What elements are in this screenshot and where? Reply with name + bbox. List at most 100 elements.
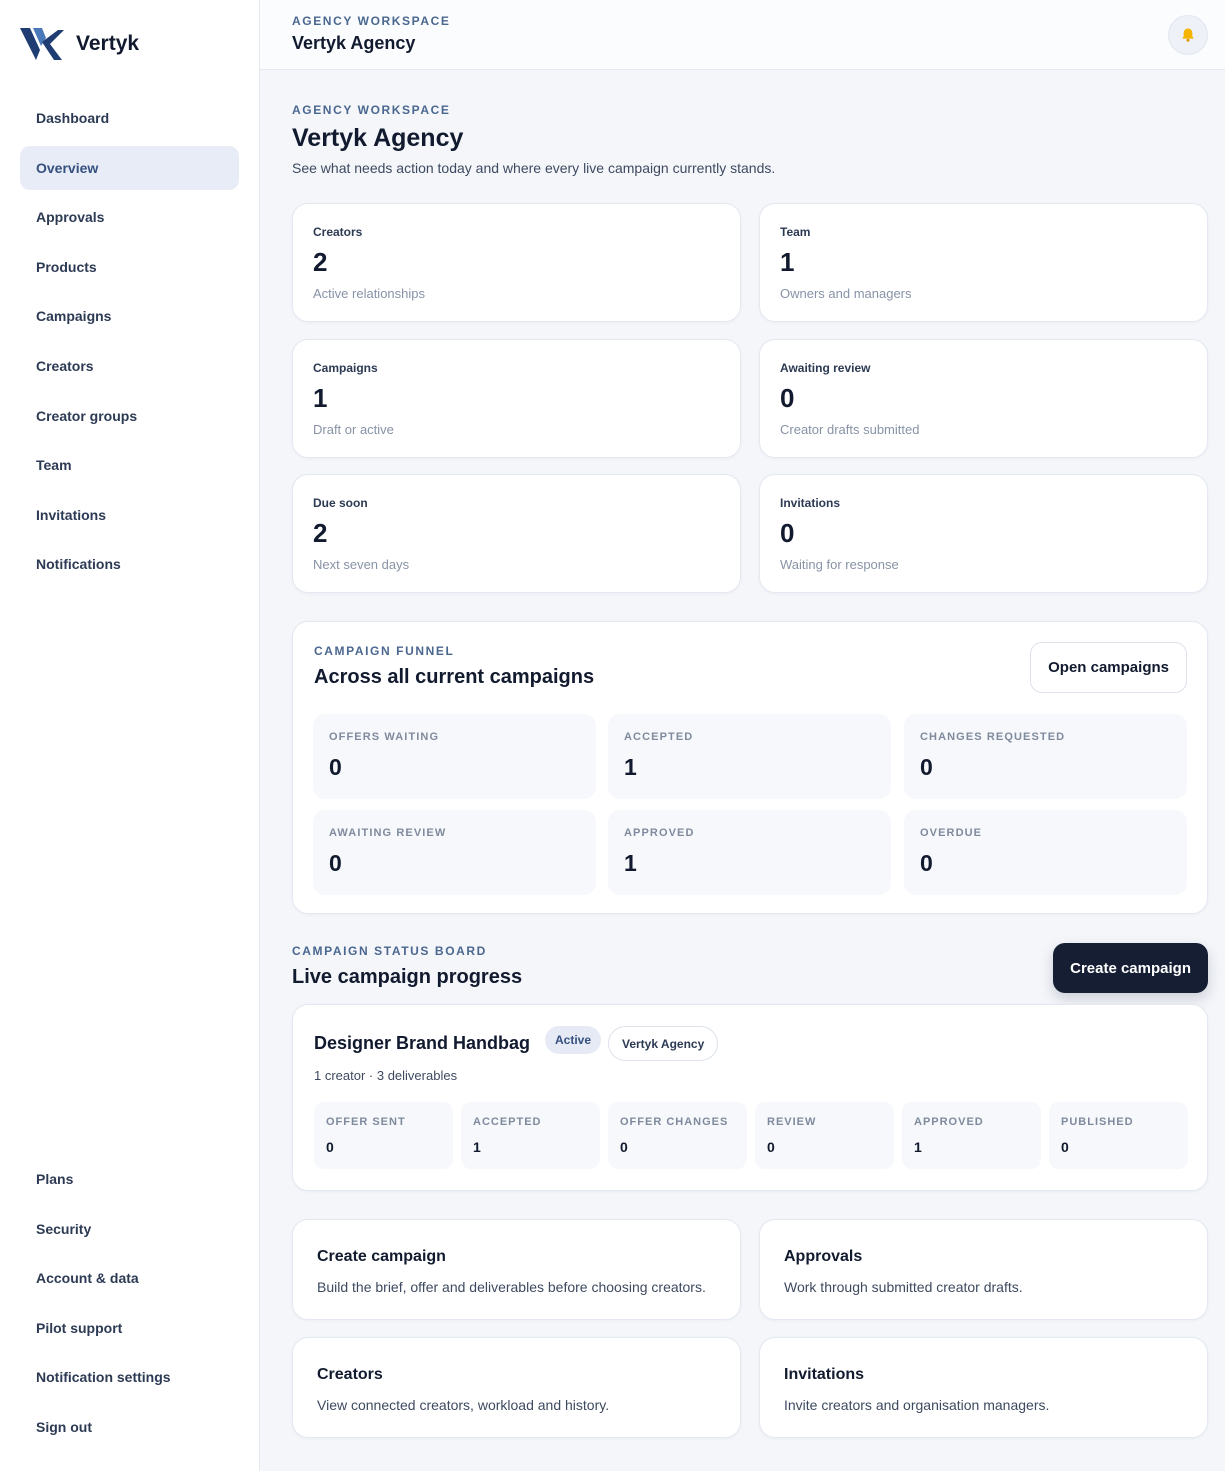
campaign-card[interactable]: Designer Brand Handbag Active Vertyk Age… [292, 1004, 1208, 1191]
funnel-value: 0 [329, 850, 342, 876]
stage-published: Published 0 [1049, 1102, 1188, 1169]
brand[interactable]: Vertyk [20, 26, 139, 62]
sidebar: Vertyk Dashboard Overview Approvals Prod… [0, 0, 260, 1471]
topbar: Agency workspace Vertyk Agency [260, 0, 1225, 70]
funnel-value: 1 [624, 850, 637, 876]
stat-value: 0 [780, 518, 795, 548]
page-eyebrow: Agency workspace [292, 103, 451, 117]
bell-icon [1182, 28, 1194, 42]
stat-hint: Owners and managers [780, 286, 912, 301]
funnel-cell-awaiting-review: Awaiting review 0 [313, 810, 596, 895]
sidebar-item-label: Notification settings [36, 1369, 171, 1386]
stat-card-campaigns: Campaigns 1 Draft or active [292, 339, 741, 458]
sidebar-item-label: Pilot support [36, 1319, 123, 1336]
sidebar-bottom-nav: Plans Security Account & data Pilot supp… [20, 1157, 239, 1455]
stage-review: Review 0 [755, 1102, 894, 1169]
quick-link-description: Work through submitted creator drafts. [784, 1279, 1023, 1295]
stat-label: Due soon [313, 496, 368, 510]
sidebar-item-notification-settings[interactable]: Notification settings [20, 1355, 239, 1399]
funnel-value: 1 [624, 754, 637, 780]
funnel-cell-accepted: Accepted 1 [608, 714, 891, 799]
brand-name: Vertyk [76, 32, 140, 55]
sidebar-item-label: Approvals [36, 209, 105, 226]
funnel-cell-offers-waiting: Offers waiting 0 [313, 714, 596, 799]
board-title: Live campaign progress [292, 966, 523, 988]
sidebar-item-dashboard[interactable]: Dashboard [20, 96, 239, 140]
stage-accepted: Accepted 1 [461, 1102, 600, 1169]
stage-value: 0 [326, 1139, 334, 1155]
stage-offer-sent: Offer sent 0 [314, 1102, 453, 1169]
sidebar-item-label: Security [36, 1220, 92, 1237]
stat-value: 2 [313, 518, 328, 548]
stage-offer-changes: Offer changes 0 [608, 1102, 747, 1169]
sidebar-item-account-data[interactable]: Account & data [20, 1256, 239, 1300]
quick-link-title: Create campaign [317, 1248, 446, 1265]
sidebar-item-label: Campaigns [36, 308, 112, 325]
stage-approved: Approved 1 [902, 1102, 1041, 1169]
funnel-value: 0 [920, 850, 933, 876]
quick-link-approvals[interactable]: Approvals Work through submitted creator… [759, 1219, 1208, 1320]
stat-hint: Next seven days [313, 557, 410, 572]
create-campaign-button[interactable]: Create campaign [1053, 943, 1208, 993]
stat-label: Creators [313, 225, 363, 239]
sidebar-item-approvals[interactable]: Approvals [20, 195, 239, 239]
workspace-title: Vertyk Agency [292, 33, 416, 53]
sidebar-item-label: Account & data [36, 1270, 139, 1287]
stat-card-team: Team 1 Owners and managers [759, 203, 1208, 322]
sidebar-item-creators[interactable]: Creators [20, 344, 239, 388]
stage-label: Published [1061, 1116, 1134, 1128]
sidebar-item-label: Notifications [36, 556, 121, 573]
stage-value: 1 [914, 1139, 922, 1155]
notifications-button[interactable] [1168, 15, 1208, 55]
quick-link-description: View connected creators, workload and hi… [317, 1397, 610, 1413]
page-subtitle: See what needs action today and where ev… [292, 160, 776, 176]
sidebar-item-sign-out[interactable]: Sign out [20, 1405, 239, 1449]
sidebar-item-label: Team [36, 457, 72, 474]
sidebar-item-campaigns[interactable]: Campaigns [20, 294, 239, 338]
sidebar-item-creator-groups[interactable]: Creator groups [20, 394, 239, 438]
funnel-eyebrow: Campaign funnel [314, 644, 455, 658]
funnel-label: Accepted [624, 731, 694, 743]
quick-link-create-campaign[interactable]: Create campaign Build the brief, offer a… [292, 1219, 741, 1320]
funnel-cell-overdue: Overdue 0 [904, 810, 1187, 895]
stat-hint: Creator drafts submitted [780, 422, 920, 437]
page-title: Vertyk Agency [292, 124, 464, 152]
quick-link-title: Invitations [784, 1366, 865, 1383]
sidebar-item-security[interactable]: Security [20, 1207, 239, 1251]
stat-hint: Waiting for response [780, 557, 899, 572]
sidebar-item-products[interactable]: Products [20, 245, 239, 289]
quick-link-title: Creators [317, 1366, 383, 1383]
funnel-label: Offers waiting [329, 731, 440, 743]
sidebar-item-invitations[interactable]: Invitations [20, 493, 239, 537]
sidebar-item-notifications[interactable]: Notifications [20, 542, 239, 586]
open-campaigns-button[interactable]: Open campaigns [1030, 642, 1187, 693]
stage-value: 0 [1061, 1139, 1069, 1155]
sidebar-item-pilot-support[interactable]: Pilot support [20, 1306, 239, 1350]
sidebar-item-label: Invitations [36, 506, 107, 523]
sidebar-item-label: Products [36, 258, 97, 275]
funnel-label: Overdue [920, 827, 983, 839]
campaign-name[interactable]: Designer Brand Handbag [314, 1033, 530, 1054]
stage-label: Accepted [473, 1116, 542, 1128]
stat-label: Campaigns [313, 361, 378, 375]
stat-value: 1 [780, 247, 795, 277]
agency-badge: Vertyk Agency [608, 1026, 719, 1061]
stat-hint: Draft or active [313, 422, 394, 437]
sidebar-item-label: Sign out [36, 1418, 92, 1435]
sidebar-item-overview[interactable]: Overview [20, 145, 239, 190]
stat-value: 2 [313, 247, 328, 277]
stat-label: Team [780, 225, 811, 239]
stat-value: 1 [313, 383, 328, 413]
sidebar-item-plans[interactable]: Plans [20, 1157, 239, 1201]
sidebar-item-label: Plans [36, 1171, 74, 1187]
funnel-title: Across all current campaigns [314, 666, 595, 688]
funnel-value: 0 [329, 754, 342, 780]
vertyk-logo-icon [20, 28, 64, 60]
quick-link-invitations[interactable]: Invitations Invite creators and organisa… [759, 1337, 1208, 1438]
sidebar-item-label: Creator groups [36, 407, 138, 424]
campaign-funnel: Campaign funnel Across all current campa… [292, 621, 1208, 914]
quick-link-creators[interactable]: Creators View connected creators, worklo… [292, 1337, 741, 1438]
funnel-label: Awaiting review [329, 827, 447, 839]
sidebar-item-team[interactable]: Team [20, 443, 239, 487]
stat-value: 0 [780, 383, 795, 413]
